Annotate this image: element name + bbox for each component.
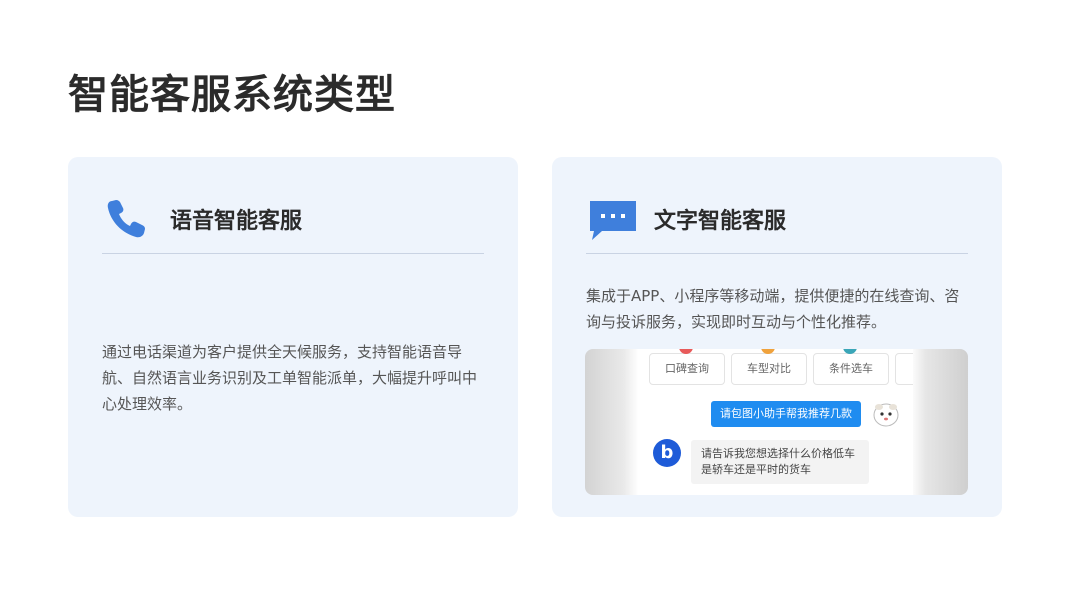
card-header: 语音智能客服 bbox=[102, 193, 484, 254]
quick-option-chip[interactable]: 配置 bbox=[895, 353, 913, 385]
chip-icon bbox=[761, 349, 775, 354]
phone-icon bbox=[104, 197, 154, 241]
chat-screenshot: 口碑查询 车型对比 条件选车 配置 请包图小助手帮我推荐几款 bbox=[585, 349, 968, 495]
quick-option-chip[interactable]: 条件选车 bbox=[813, 349, 889, 385]
quick-option-chip[interactable]: 口碑查询 bbox=[649, 349, 725, 385]
quick-options: 口碑查询 车型对比 条件选车 配置 bbox=[649, 349, 913, 387]
bot-message-line: 是轿车还是平时的货车 bbox=[701, 463, 811, 476]
bot-message-bubble: 请告诉我您想选择什么价格低车 是轿车还是平时的货车 bbox=[691, 440, 869, 484]
chip-icon bbox=[679, 349, 693, 354]
quick-option-label: 口碑查询 bbox=[665, 362, 709, 375]
page-title: 智能客服系统类型 bbox=[68, 72, 396, 118]
user-message-bubble: 请包图小助手帮我推荐几款 bbox=[711, 401, 861, 427]
text-service-card: 文字智能客服 集成于APP、小程序等移动端，提供便捷的在线查询、咨询与投诉服务，… bbox=[552, 157, 1002, 517]
card-header: 文字智能客服 bbox=[586, 193, 968, 254]
quick-option-label: 车型对比 bbox=[747, 362, 791, 375]
voice-service-card: 语音智能客服 通过电话渠道为客户提供全天候服务，支持智能语音导航、自然语言业务识… bbox=[68, 157, 518, 517]
phone-screen: 口碑查询 车型对比 条件选车 配置 请包图小助手帮我推荐几款 bbox=[641, 349, 913, 495]
quick-option-label: 条件选车 bbox=[829, 362, 873, 375]
bot-avatar: b bbox=[653, 439, 681, 467]
chip-icon bbox=[843, 349, 857, 354]
card-description: 集成于APP、小程序等移动端，提供便捷的在线查询、咨询与投诉服务，实现即时互动与… bbox=[586, 287, 960, 331]
card-description: 通过电话渠道为客户提供全天候服务，支持智能语音导航、自然语言业务识别及工单智能派… bbox=[102, 343, 478, 413]
bot-message-line: 请告诉我您想选择什么价格低车 bbox=[701, 447, 855, 460]
user-avatar bbox=[871, 399, 901, 429]
card-title: 语音智能客服 bbox=[170, 209, 303, 234]
chat-bubble-icon bbox=[588, 197, 638, 241]
quick-option-chip[interactable]: 车型对比 bbox=[731, 349, 807, 385]
card-title: 文字智能客服 bbox=[654, 209, 787, 234]
